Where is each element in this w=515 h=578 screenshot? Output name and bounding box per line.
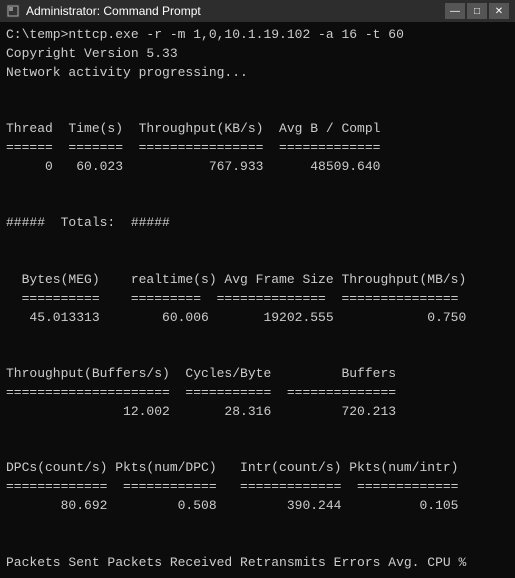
window-title: Administrator: Command Prompt — [26, 4, 201, 18]
console-window: C:\temp>nttcp.exe -r -m 1,0,10.1.19.102 … — [0, 22, 515, 578]
window-icon — [6, 4, 20, 18]
minimize-button[interactable]: — — [445, 3, 465, 19]
maximize-button[interactable]: □ — [467, 3, 487, 19]
close-button[interactable]: ✕ — [489, 3, 509, 19]
title-bar: Administrator: Command Prompt — □ ✕ — [0, 0, 515, 22]
